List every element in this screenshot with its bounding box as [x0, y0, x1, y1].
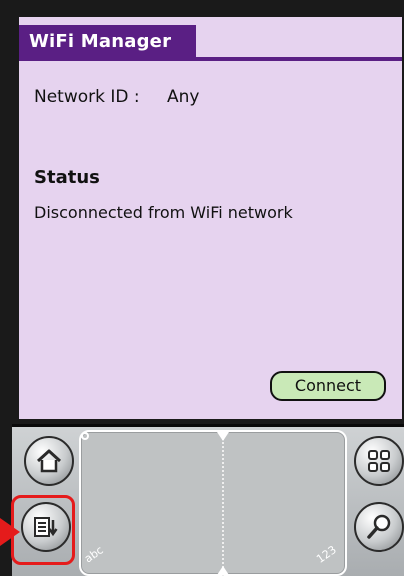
- applications-button[interactable]: [354, 436, 404, 486]
- pointer-arrow-icon: [0, 518, 20, 546]
- network-id-label: Network ID :: [34, 87, 140, 107]
- connect-button[interactable]: Connect: [270, 371, 386, 401]
- graffiti-top-marker-icon: [217, 432, 229, 441]
- palm-device: WiFi Manager Network ID : Any Status Dis…: [0, 0, 404, 576]
- graffiti-divider: [222, 438, 225, 576]
- wifi-manager-screen: WiFi Manager Network ID : Any Status Dis…: [19, 17, 402, 419]
- menu-button-highlight: [11, 495, 75, 565]
- title-rule: [19, 57, 402, 61]
- network-id-value[interactable]: Any: [167, 87, 199, 107]
- home-button[interactable]: [24, 436, 74, 486]
- brightness-dot-icon[interactable]: [81, 432, 89, 440]
- grid-icon: [368, 450, 390, 472]
- magnifier-icon: [367, 514, 391, 539]
- graffiti-area[interactable]: [79, 430, 347, 576]
- graffiti-bottom-marker-icon: [217, 566, 229, 575]
- home-icon: [36, 449, 62, 473]
- app-title[interactable]: WiFi Manager: [19, 25, 196, 59]
- status-heading: Status: [34, 167, 100, 188]
- find-button[interactable]: [354, 502, 404, 552]
- status-text: Disconnected from WiFi network: [34, 203, 293, 222]
